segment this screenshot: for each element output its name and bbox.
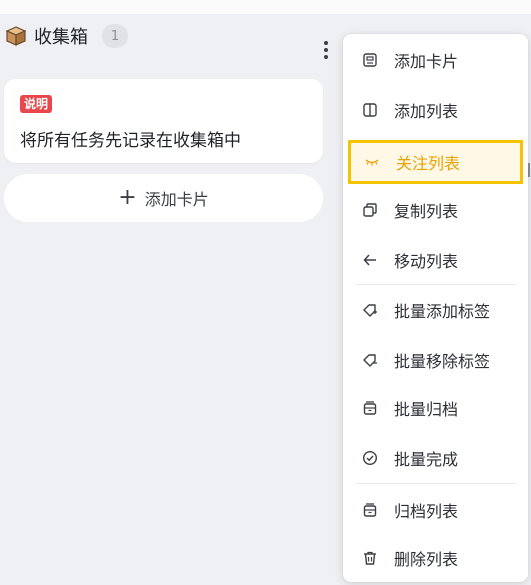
menu-item-delete-list[interactable]: 删除列表 bbox=[349, 538, 522, 578]
column-title: 收集箱 bbox=[34, 27, 88, 48]
card-icon bbox=[362, 52, 378, 68]
task-card[interactable]: 说明 将所有任务先记录在收集箱中 bbox=[4, 79, 323, 163]
menu-item-archive-list[interactable]: 归档列表 bbox=[349, 490, 522, 530]
menu-item-move-list[interactable]: 移动列表 bbox=[349, 240, 522, 280]
add-card-button[interactable]: + 添加卡片 bbox=[4, 174, 323, 222]
tag-add-icon bbox=[362, 302, 378, 318]
menu-item-bulk-archive[interactable]: 批量归档 bbox=[349, 388, 522, 428]
menu-item-bulk-add-tags[interactable]: 批量添加标签 bbox=[349, 290, 522, 330]
top-strip bbox=[0, 0, 531, 14]
list-actions-menu: 添加卡片 添加列表 关注列表 复制列表 移动列表 批量添加标签 批量移除标签 批… bbox=[343, 34, 528, 582]
card-tag: 说明 bbox=[20, 95, 53, 113]
archive-icon bbox=[362, 400, 378, 416]
card-count-badge: 1 bbox=[102, 24, 128, 48]
column-header: 收集箱 1 bbox=[4, 24, 128, 48]
menu-item-bulk-complete[interactable]: 批量完成 bbox=[349, 438, 522, 478]
archive-icon bbox=[362, 502, 378, 518]
card-text: 将所有任务先记录在收集箱中 bbox=[20, 131, 241, 151]
menu-item-watch-list[interactable]: 关注列表 bbox=[348, 140, 523, 184]
arrow-left-icon bbox=[362, 252, 378, 268]
more-options-icon[interactable] bbox=[318, 38, 334, 62]
eye-closed-icon bbox=[364, 154, 380, 170]
box-icon bbox=[4, 24, 28, 48]
menu-divider bbox=[357, 284, 515, 285]
tag-remove-icon bbox=[362, 352, 378, 368]
copy-icon bbox=[362, 202, 378, 218]
menu-item-copy-list[interactable]: 复制列表 bbox=[349, 190, 522, 230]
trash-icon bbox=[362, 550, 378, 566]
menu-item-add-card[interactable]: 添加卡片 bbox=[349, 40, 522, 80]
check-circle-icon bbox=[362, 450, 378, 466]
menu-item-bulk-remove-tags[interactable]: 批量移除标签 bbox=[349, 340, 522, 380]
menu-item-add-list[interactable]: 添加列表 bbox=[349, 90, 522, 130]
columns-icon bbox=[362, 102, 378, 118]
add-card-label: 添加卡片 bbox=[144, 190, 209, 209]
plus-icon: + bbox=[118, 185, 137, 210]
menu-divider bbox=[357, 483, 515, 484]
